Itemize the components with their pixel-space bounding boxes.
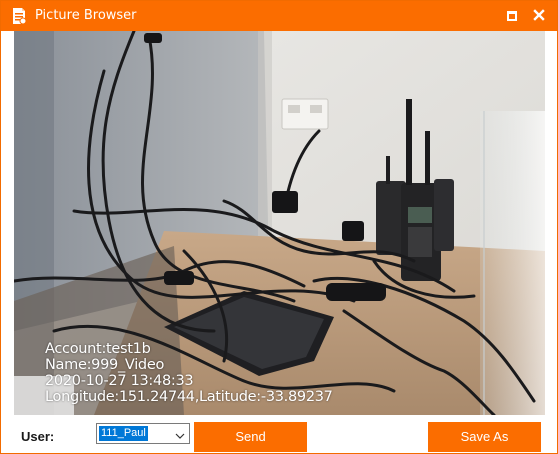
window-title: Picture Browser xyxy=(35,8,137,23)
user-dropdown[interactable]: 111_Paul xyxy=(96,423,190,444)
overlay-account: Account:test1b xyxy=(45,341,151,357)
footer-toolbar: User: 111_Paul Send Save As xyxy=(1,415,557,453)
close-icon[interactable] xyxy=(529,5,549,25)
picture-browser-window: Picture Browser Account:test1b Name:999_… xyxy=(0,0,558,454)
title-bar[interactable]: Picture Browser xyxy=(1,1,557,31)
photo-info-overlay: Account:test1b Name:999_Video 2020-10-27… xyxy=(45,341,333,405)
document-icon xyxy=(11,7,27,25)
save-as-button[interactable]: Save As xyxy=(428,422,541,452)
user-dropdown-value: 111_Paul xyxy=(99,426,148,441)
user-label: User: xyxy=(21,429,55,444)
chevron-down-icon xyxy=(175,428,185,439)
send-button[interactable]: Send xyxy=(194,422,307,452)
overlay-coordinates: Longitude:151.24744,Latitude:-33.89237 xyxy=(45,389,333,405)
maximize-icon[interactable] xyxy=(507,11,517,21)
overlay-name: Name:999_Video xyxy=(45,357,165,373)
overlay-datetime: 2020-10-27 13:48:33 xyxy=(45,373,194,389)
